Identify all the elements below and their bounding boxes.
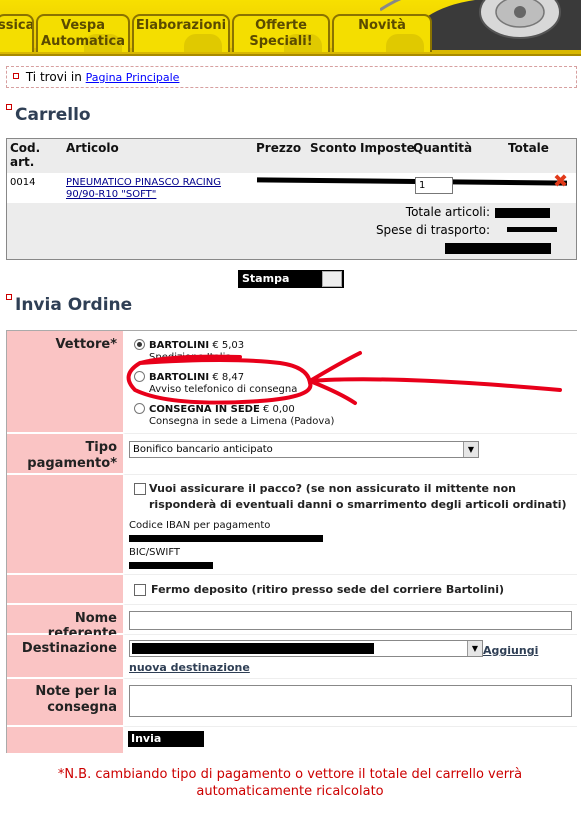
printer-icon <box>322 271 342 287</box>
top-navigation: ssica Vespa Automatica Elaborazioni Offe… <box>0 0 581 58</box>
redaction-mark <box>129 535 323 542</box>
header-article: Articolo <box>66 141 119 155</box>
carrier-label: Vettore* <box>7 331 123 434</box>
tab-classica[interactable]: ssica <box>0 14 34 52</box>
payment-cell: Bonifico bancario anticipato ▼ <box>123 434 577 475</box>
add-destination-link[interactable]: Aggiungi nuova destinazione <box>129 642 575 676</box>
referent-input[interactable] <box>129 611 572 630</box>
destination-cell: ▼ Aggiungi nuova destinazione <box>123 635 577 679</box>
notes-textarea[interactable] <box>129 685 572 717</box>
iban-label: Codice IBAN per pagamento <box>129 520 271 531</box>
insurance-text: Vuoi assicurare il pacco? (se non assicu… <box>149 482 567 511</box>
bic-label: BIC/SWIFT <box>129 547 181 558</box>
insurance-checkbox[interactable] <box>134 483 146 495</box>
depot-cell: Fermo deposito (ritiro presso sede del c… <box>123 575 577 605</box>
row-article-link[interactable]: PNEUMATICO PINASCO RACING 90/90-R10 "SOF… <box>66 177 241 201</box>
submit-order-button[interactable]: Invia Ordine <box>128 731 204 758</box>
destination-label: Destinazione <box>7 635 123 679</box>
total-items-label: Totale articoli: <box>405 205 490 219</box>
tab-offerte-speciali[interactable]: Offerte Speciali! <box>232 14 330 52</box>
header-total: Totale <box>508 141 549 155</box>
order-section-title: Invia Ordine <box>6 294 132 315</box>
bullet-icon <box>6 104 12 110</box>
remove-item-icon[interactable]: ✖ <box>553 171 568 192</box>
payment-label: Tipo pagamento* <box>7 434 123 475</box>
tab-vespa-automatica[interactable]: Vespa Automatica <box>36 14 130 52</box>
breadcrumb-prefix: Ti trovi in <box>25 70 82 84</box>
header-code: Cod. art. <box>10 141 41 169</box>
notes-cell <box>123 679 577 727</box>
header-discount: Sconto <box>310 141 357 155</box>
header-quantity: Quantità <box>413 141 473 155</box>
notes-label: Note per la consegna <box>7 679 123 727</box>
chevron-down-icon: ▼ <box>463 442 478 457</box>
shipping-label: Spese di trasporto: <box>375 223 490 237</box>
redaction-mark <box>256 177 568 186</box>
breadcrumb: Ti trovi in Pagina Principale <box>6 66 577 88</box>
submit-label-cell <box>7 727 123 753</box>
tab-decoration <box>386 34 424 52</box>
table-row: 0014 PNEUMATICO PINASCO RACING 90/90-R10… <box>7 171 576 203</box>
red-annotation-circle-arrow <box>126 351 562 405</box>
row-code: 0014 <box>10 177 36 188</box>
tab-novita[interactable]: Novità <box>332 14 432 52</box>
tab-elaborazioni[interactable]: Elaborazioni <box>132 14 230 52</box>
depot-label-cell <box>7 575 123 605</box>
cart-table: Cod. art. Articolo Prezzo Sconto Imposte… <box>6 138 577 260</box>
referent-cell <box>123 605 577 635</box>
quantity-input[interactable] <box>415 177 453 194</box>
tab-decoration <box>184 34 222 52</box>
payment-select[interactable]: Bonifico bancario anticipato ▼ <box>129 441 479 458</box>
bullet-icon <box>13 73 19 79</box>
recalculation-note: *N.B. cambiando tipo di pagamento o vett… <box>57 767 523 799</box>
redaction-mark <box>445 243 551 254</box>
depot-checkbox[interactable] <box>134 584 146 596</box>
redaction-mark <box>129 562 213 569</box>
redaction-mark <box>507 227 557 232</box>
cart-section-title: Carrello <box>6 104 91 125</box>
bullet-icon <box>6 294 12 300</box>
print-button[interactable]: Stampa <box>238 270 344 288</box>
insurance-cell: Vuoi assicurare il pacco? (se non assicu… <box>123 475 577 575</box>
depot-text: Fermo deposito (ritiro presso sede del c… <box>151 583 505 596</box>
redaction-mark <box>495 208 550 218</box>
header-taxes: Imposte <box>360 141 415 155</box>
insurance-label-cell <box>7 475 123 575</box>
breadcrumb-home-link[interactable]: Pagina Principale <box>86 71 180 84</box>
referent-label: Nome referente <box>7 605 123 641</box>
header-price: Prezzo <box>256 141 302 155</box>
